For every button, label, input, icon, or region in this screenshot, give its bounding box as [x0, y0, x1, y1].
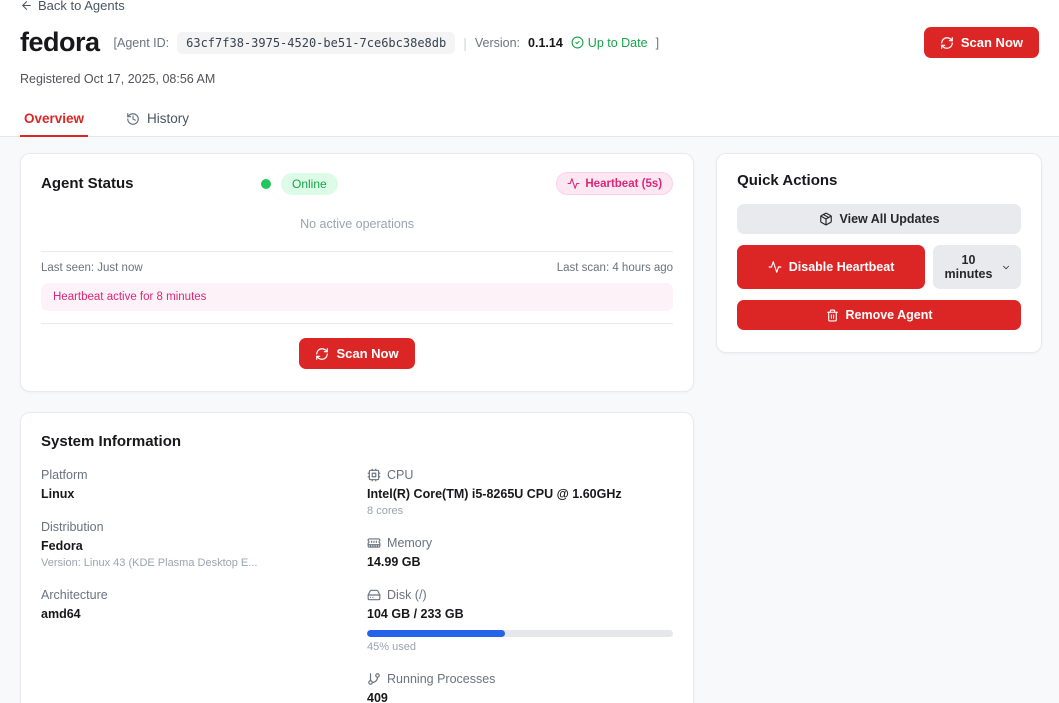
agent-meta: [Agent ID: 63cf7f38-3975-4520-be51-7ce6b…: [114, 32, 660, 54]
page-content: Agent Status Online Heartbeat (5s) No ac…: [0, 137, 1059, 703]
bracket-close: ]: [656, 36, 659, 50]
distribution-version: Version: Linux 43 (KDE Plasma Desktop E.…: [41, 557, 347, 569]
platform-value: Linux: [41, 487, 347, 501]
heartbeat-duration-select[interactable]: 10 minutes: [933, 245, 1021, 289]
cpu-label: CPU: [387, 468, 413, 482]
disk-label: Disk (/): [387, 588, 427, 602]
heartbeat-icon: [768, 260, 782, 274]
system-info-left-column: Platform Linux Distribution Fedora Versi…: [41, 468, 347, 703]
architecture-field: Architecture amd64: [41, 588, 347, 621]
quick-actions-card: Quick Actions View All Updates Disable H…: [716, 153, 1042, 353]
remove-agent-button[interactable]: Remove Agent: [737, 300, 1021, 330]
up-to-date-badge: Up to Date: [571, 36, 648, 50]
memory-label: Memory: [387, 536, 432, 550]
back-to-agents-link[interactable]: Back to Agents: [20, 0, 125, 13]
disable-heartbeat-label: Disable Heartbeat: [789, 260, 895, 274]
history-icon: [126, 112, 140, 126]
refresh-icon: [940, 36, 954, 50]
disable-heartbeat-button[interactable]: Disable Heartbeat: [737, 245, 925, 289]
disk-value: 104 GB / 233 GB: [367, 607, 673, 621]
view-all-updates-label: View All Updates: [840, 212, 940, 226]
last-seen-text: Last seen: Just now: [41, 262, 143, 274]
heartbeat-duration-value: 10 minutes: [943, 253, 994, 281]
scan-now-label: Scan Now: [336, 346, 398, 361]
refresh-icon: [315, 347, 329, 361]
processes-value: 409: [367, 691, 673, 703]
heartbeat-active-banner: Heartbeat active for 8 minutes: [41, 283, 673, 311]
up-to-date-label: Up to Date: [588, 36, 648, 50]
distribution-value: Fedora: [41, 539, 347, 553]
page-title: fedora: [20, 27, 100, 58]
processes-label: Running Processes: [387, 672, 495, 686]
arrow-left-icon: [20, 0, 33, 12]
tab-history-label: History: [147, 111, 189, 126]
distribution-label: Distribution: [41, 520, 347, 534]
scan-now-label: Scan Now: [961, 35, 1023, 50]
chevron-down-icon: [1001, 261, 1011, 274]
view-all-updates-button[interactable]: View All Updates: [737, 204, 1021, 234]
agent-status-header: Agent Status Online Heartbeat (5s): [41, 172, 673, 195]
registered-date: Registered Oct 17, 2025, 08:56 AM: [20, 72, 1039, 86]
check-circle-icon: [571, 36, 584, 49]
quick-actions-title: Quick Actions: [737, 172, 1021, 189]
tab-bar: Overview History: [0, 102, 1059, 137]
remove-agent-label: Remove Agent: [846, 308, 933, 322]
online-badge: Online: [281, 173, 338, 195]
page-header: Back to Agents fedora [Agent ID: 63cf7f3…: [0, 0, 1059, 86]
version-value: 0.1.14: [528, 36, 563, 50]
platform-field: Platform Linux: [41, 468, 347, 501]
tab-overview[interactable]: Overview: [20, 103, 88, 137]
meta-divider: |: [463, 35, 467, 51]
back-link-label: Back to Agents: [38, 0, 125, 13]
architecture-value: amd64: [41, 607, 347, 621]
cpu-field: CPU Intel(R) Core(TM) i5-8265U CPU @ 1.6…: [367, 468, 673, 517]
last-scan-text: Last scan: 4 hours ago: [557, 262, 673, 274]
no-active-operations-text: No active operations: [41, 217, 673, 231]
disk-used-label: 45% used: [367, 641, 673, 653]
hard-drive-icon: [367, 588, 381, 602]
disk-usage-fill: [367, 630, 505, 637]
distribution-field: Distribution Fedora Version: Linux 43 (K…: [41, 520, 347, 569]
trash-icon: [826, 309, 839, 322]
version-label: Version:: [475, 36, 520, 50]
package-icon: [819, 212, 833, 226]
title-row: fedora [Agent ID: 63cf7f38-3975-4520-be5…: [20, 27, 1039, 58]
system-info-right-column: CPU Intel(R) Core(TM) i5-8265U CPU @ 1.6…: [367, 468, 673, 703]
processes-icon: [367, 672, 381, 686]
architecture-label: Architecture: [41, 588, 347, 602]
left-column: Agent Status Online Heartbeat (5s) No ac…: [20, 153, 694, 703]
tab-overview-label: Overview: [24, 111, 84, 126]
cpu-value: Intel(R) Core(TM) i5-8265U CPU @ 1.60GHz: [367, 487, 673, 501]
last-seen-row: Last seen: Just now Last scan: 4 hours a…: [41, 252, 673, 283]
right-column: Quick Actions View All Updates Disable H…: [716, 153, 1042, 353]
agent-status-title: Agent Status: [41, 175, 261, 192]
processes-field: Running Processes 409: [367, 672, 673, 703]
heartbeat-controls-row: Disable Heartbeat 10 minutes: [737, 245, 1021, 289]
memory-field: Memory 14.99 GB: [367, 536, 673, 569]
memory-value: 14.99 GB: [367, 555, 673, 569]
agent-id-value: 63cf7f38-3975-4520-be51-7ce6bc38e8db: [177, 32, 455, 54]
scan-now-button-card[interactable]: Scan Now: [299, 338, 414, 369]
heartbeat-badge-label: Heartbeat (5s): [585, 178, 662, 190]
platform-label: Platform: [41, 468, 347, 482]
heartbeat-icon: [567, 177, 580, 190]
tab-history[interactable]: History: [122, 103, 193, 137]
system-information-card: System Information Platform Linux Distri…: [20, 412, 694, 703]
agent-id-label: [Agent ID:: [114, 36, 170, 50]
system-information-title: System Information: [41, 433, 673, 450]
disk-usage-bar: [367, 630, 673, 637]
agent-status-card: Agent Status Online Heartbeat (5s) No ac…: [20, 153, 694, 392]
heartbeat-badge: Heartbeat (5s): [556, 172, 673, 195]
cpu-cores: 8 cores: [367, 505, 673, 517]
scan-now-button-header[interactable]: Scan Now: [924, 27, 1039, 58]
online-status: Online: [261, 173, 556, 195]
cpu-icon: [367, 468, 381, 482]
online-dot-icon: [261, 179, 271, 189]
disk-field: Disk (/) 104 GB / 233 GB 45% used: [367, 588, 673, 653]
memory-icon: [367, 536, 381, 550]
